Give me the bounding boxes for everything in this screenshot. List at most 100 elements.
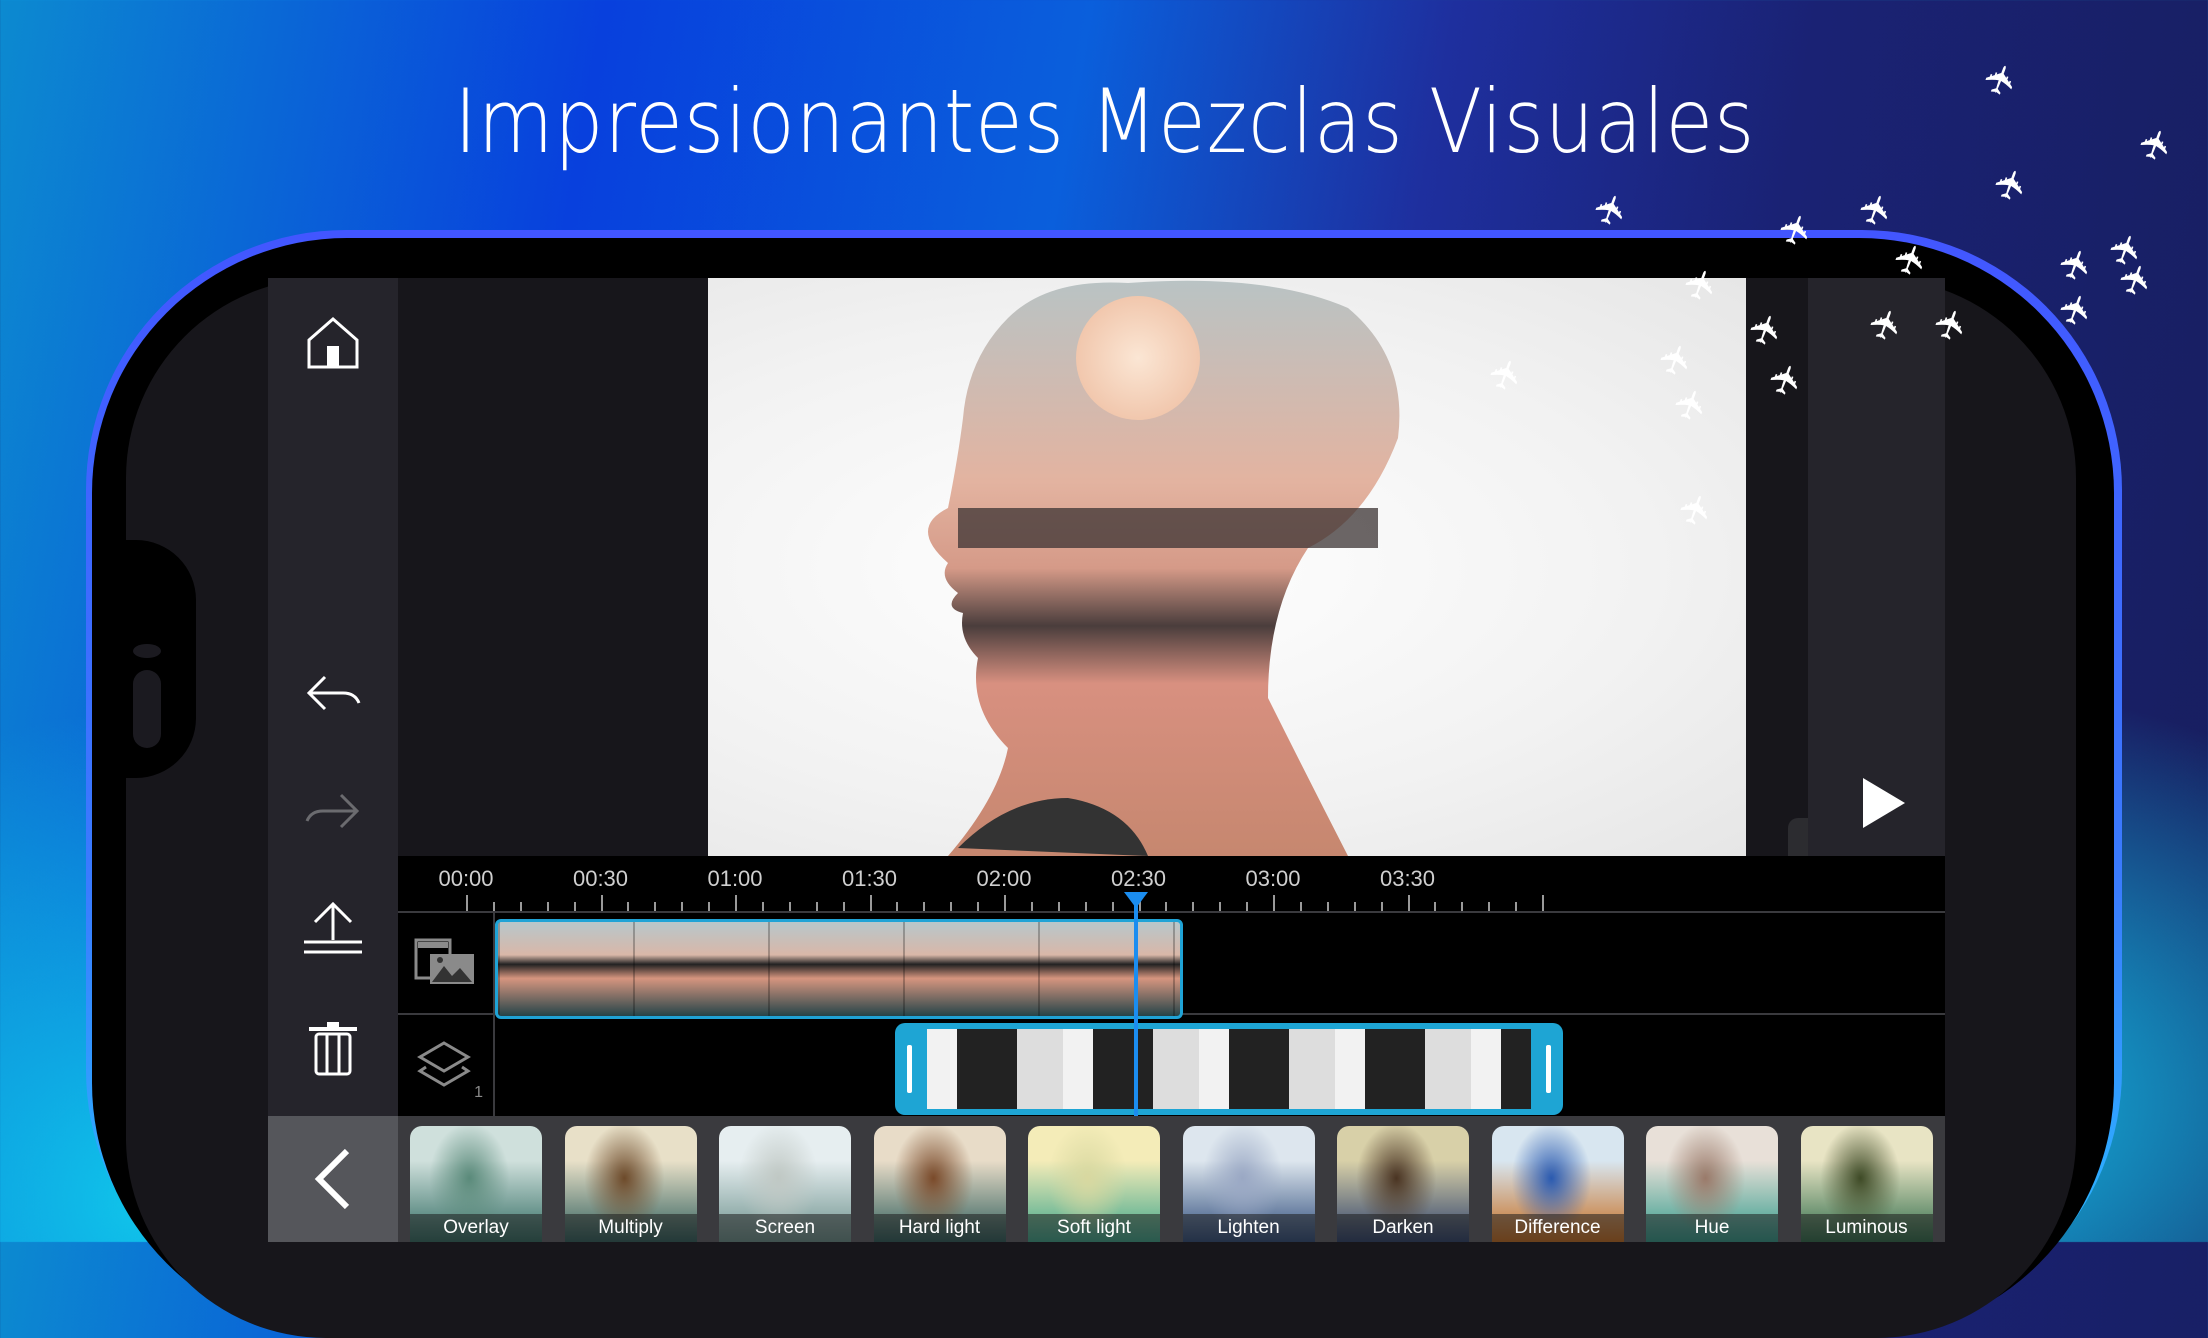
bird-icon: ✈ [1850,186,1904,234]
blend-mode-multiply[interactable]: Multiply [564,1126,697,1242]
play-button[interactable] [1848,768,1918,838]
ruler-label: 00:30 [572,866,629,891]
export-icon [304,901,362,954]
headline: Impresionantes Mezclas Visuales [454,70,1756,173]
ruler-tick [519,902,522,911]
ruler-tick [896,902,899,911]
timeline[interactable]: 00:00 00:30 01:00 01:30 02:00 02:30 03:00 03:30… [398,856,1945,1116]
overlay-clip-thumbnails [927,1029,1531,1109]
ruler-label: 02:30 [1110,866,1167,891]
redo-icon [305,793,360,829]
time-ruler[interactable]: 00:00 00:30 01:00 01:30 02:00 02:30 03:00 03:30 [398,856,1945,913]
blend-mode-overlay[interactable]: Overlay [410,1126,542,1242]
media-icon [414,938,474,984]
ruler-tick [1434,902,1437,911]
play-icon [1863,778,1905,828]
ruler-tick [1030,902,1033,911]
ruler-label: 01:30 [841,866,898,891]
blend-mode-label: Multiply [564,1214,697,1242]
preview-side-panel [1808,278,1945,856]
bird-icon: ✈ [2130,121,2184,169]
clip-trim-handle-left[interactable] [907,1045,912,1093]
blend-mode-hard-light[interactable]: Hard light [873,1126,1006,1242]
blend-mode-luminous[interactable]: Luminous [1800,1126,1933,1242]
undo-button[interactable] [268,643,398,743]
ruler-tick [1084,902,1087,911]
ruler-tick [1192,902,1195,911]
trash-icon [309,1022,357,1076]
blend-mode-label: Difference [1491,1214,1624,1242]
clip-trim-handle-right[interactable] [1546,1045,1551,1093]
ruler-tick [923,902,926,911]
blend-mode-label: Overlay [410,1214,542,1242]
ruler-tick [1326,902,1329,911]
ruler-tick [1515,902,1518,911]
blend-mode-label: Hard light [873,1214,1006,1242]
ruler-tick [1111,902,1114,911]
blend-mode-label: Darken [1337,1214,1469,1242]
layer-count-badge: 1 [474,1084,483,1101]
ruler-tick [654,902,657,911]
ruler-tick [1004,895,1006,911]
ruler-tick [1407,895,1410,911]
blend-mode-darken[interactable]: Darken [1337,1126,1469,1242]
sidebar-panel [268,278,398,1242]
background-video-clip[interactable] [495,919,1183,1019]
overlay-video-clip[interactable] [895,1023,1563,1115]
ruler-tick [842,902,845,911]
ruler-tick [492,902,495,911]
ruler-tick [1380,902,1383,911]
blend-mode-bar: Overlay Multiply Screen Hard light Soft ligh… [398,1116,1945,1242]
export-button[interactable] [268,878,398,978]
ruler-tick [1461,902,1464,911]
blend-mode-label: Soft light [1028,1214,1160,1242]
ruler-tick [950,902,953,911]
ruler-tick [681,902,684,911]
preview-area [398,278,1945,856]
double-exposure-image [928,280,1400,856]
ruler-label: 01:00 [707,866,763,891]
ruler-tick [1299,902,1302,911]
blend-mode-difference[interactable]: Difference [1491,1126,1624,1242]
blend-mode-label: Screen [719,1214,851,1242]
home-button[interactable] [268,293,398,393]
blend-mode-screen[interactable]: Screen [719,1126,851,1242]
blend-mode-label: Luminous [1800,1214,1933,1242]
speaker-bar [133,670,161,748]
bird-icon: ✈ [2050,241,2104,289]
blend-mode-label: Lighten [1182,1214,1315,1242]
bird-icon: ✈ [2110,256,2164,304]
ruler-tick [708,902,711,911]
ruler-tick [1353,902,1356,911]
overlay-track-header[interactable]: 1 [398,1013,493,1116]
ruler-tick [869,895,872,911]
ruler-tick [1165,902,1168,911]
redo-button[interactable] [268,761,398,861]
video-track-header[interactable] [398,913,493,1011]
ruler-label: 03:00 [1245,866,1301,891]
delete-button[interactable] [268,998,398,1098]
ruler-tick [627,902,630,911]
ruler-tick [1542,895,1544,911]
blend-mode-lighten[interactable]: Lighten [1182,1126,1315,1242]
ruler-tick [546,902,549,911]
back-button[interactable] [268,1116,398,1242]
ruler-tick [1488,902,1491,911]
ruler-tick [1219,902,1222,911]
undo-icon [306,675,361,711]
ruler-tick [600,895,603,911]
ruler-tick [761,902,764,911]
ruler-tick [788,902,791,911]
ruler-tick [466,895,468,911]
home-icon [307,317,359,369]
ruler-tick [815,902,818,911]
ruler-tick [1273,895,1275,911]
ruler-tick [573,902,576,911]
blend-mode-hue[interactable]: Hue [1646,1126,1778,1242]
layers-icon [416,1040,471,1087]
blend-mode-soft-light[interactable]: Soft light [1028,1126,1160,1242]
chevron-left-icon [314,1149,350,1209]
video-preview[interactable] [708,278,1746,856]
playhead[interactable] [1134,894,1138,1116]
ruler-label: 00:00 [438,866,494,891]
